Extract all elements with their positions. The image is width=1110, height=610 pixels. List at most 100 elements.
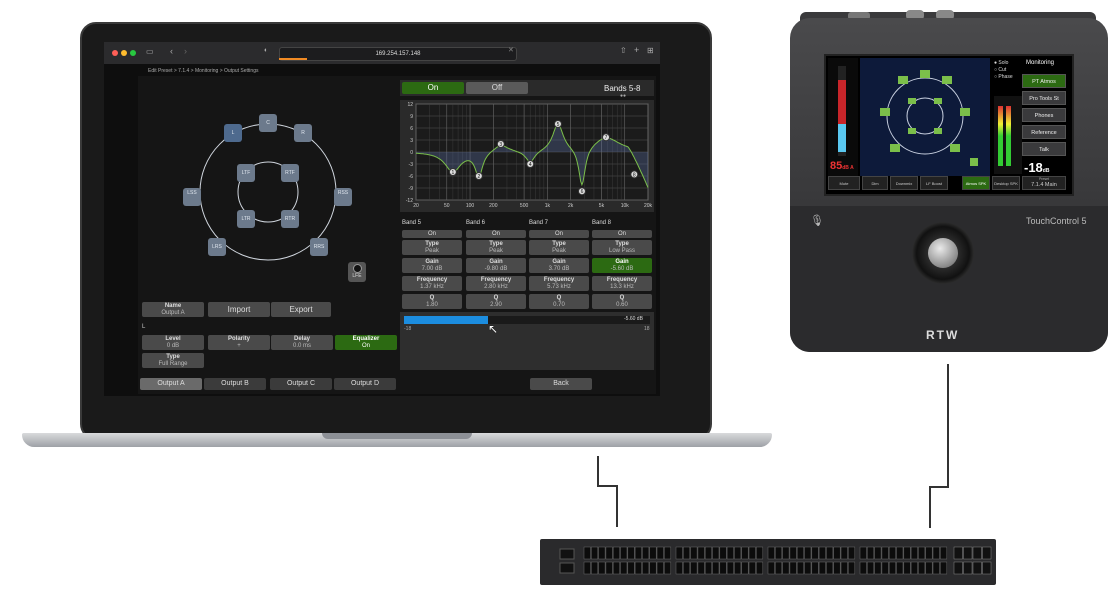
- option-label: Solo: [998, 60, 1009, 66]
- band-gain-field[interactable]: Gain -5.60 dB: [592, 258, 652, 273]
- level-setting[interactable]: Level 0 dB: [142, 335, 204, 350]
- band-type-field[interactable]: Type Peak: [402, 240, 462, 255]
- ethernet-port: [627, 546, 635, 560]
- ethernet-port: [605, 546, 613, 560]
- cut-option[interactable]: ○ Cut: [994, 67, 1013, 74]
- address-bar[interactable]: 169.254.157.148: [279, 47, 517, 61]
- tab-overview-icon[interactable]: ⊞: [647, 46, 654, 55]
- close-tab-icon[interactable]: ✕: [508, 46, 514, 54]
- preset-name-field[interactable]: Name Output A: [142, 302, 204, 317]
- menu-talk[interactable]: Talk: [1022, 142, 1066, 156]
- minimize-window-icon[interactable]: [121, 50, 127, 56]
- speaker-ltr[interactable]: LTR: [237, 210, 255, 228]
- meter-bar: [1006, 106, 1011, 166]
- switch-ports: [559, 546, 992, 575]
- speaker-rtr[interactable]: RTR: [281, 210, 299, 228]
- share-icon[interactable]: ⇧: [620, 46, 627, 55]
- speaker-r[interactable]: R: [294, 124, 312, 142]
- maximize-window-icon[interactable]: [130, 50, 136, 56]
- speaker-ltf[interactable]: LTF: [237, 164, 255, 182]
- speaker-lrs[interactable]: LRS: [208, 238, 226, 256]
- band-on-button[interactable]: On: [402, 230, 462, 238]
- speaker-rtf[interactable]: RTF: [281, 164, 299, 182]
- dim-button[interactable]: Dim: [862, 176, 888, 190]
- menu-phones[interactable]: Phones: [1022, 108, 1066, 122]
- speaker-lss[interactable]: LSS: [183, 188, 201, 206]
- forward-nav-icon[interactable]: ›: [184, 46, 187, 56]
- ethernet-port: [675, 546, 683, 560]
- knob-cap[interactable]: [928, 238, 958, 268]
- new-tab-icon[interactable]: +: [634, 45, 639, 55]
- desktop-spk-button[interactable]: Desktop SPK: [992, 176, 1020, 190]
- band-q-field[interactable]: Q 0.60: [592, 294, 652, 309]
- gain-slider-value: -5.60: [624, 316, 636, 322]
- polarity-setting[interactable]: Polarity +: [208, 335, 270, 350]
- import-button[interactable]: Import: [208, 302, 270, 317]
- menu-pt-atmos[interactable]: PT Atmos: [1022, 74, 1066, 88]
- menu-pro-tools-st[interactable]: Pro Tools St: [1022, 91, 1066, 105]
- tab-output-a[interactable]: Output A: [140, 378, 202, 390]
- tab-output-c[interactable]: Output C: [270, 378, 332, 390]
- band-gain-field[interactable]: Gain 7.00 dB: [402, 258, 462, 273]
- ethernet-port: [925, 561, 933, 575]
- band-freq-field[interactable]: Frequency 1.37 kHz: [402, 276, 462, 291]
- band-marker-label: 1: [452, 170, 455, 176]
- ethernet-port: [818, 561, 826, 575]
- ethernet-port: [612, 546, 620, 560]
- phase-option[interactable]: ○ Phase: [994, 74, 1013, 81]
- lf-boost-button[interactable]: LF Boost: [920, 176, 948, 190]
- band-gain-field[interactable]: Gain 3.70 dB: [529, 258, 589, 273]
- type-setting[interactable]: Type Full Range: [142, 353, 204, 368]
- speaker-rss[interactable]: RSS: [334, 188, 352, 206]
- x-tick-label: 20: [413, 203, 419, 209]
- back-button[interactable]: Back: [530, 378, 592, 390]
- loudness-readout: 85dB A: [830, 160, 854, 172]
- import-label: Import: [227, 305, 251, 314]
- band-q-field[interactable]: Q 0.70: [529, 294, 589, 309]
- band-on-button[interactable]: On: [466, 230, 526, 238]
- speaker-c[interactable]: C: [259, 114, 277, 132]
- back-nav-icon[interactable]: ‹: [170, 46, 173, 56]
- ethernet-port: [664, 561, 672, 575]
- mute-button[interactable]: Mute: [828, 176, 860, 190]
- ethernet-port: [756, 546, 764, 560]
- slider-max-label: 18: [644, 326, 650, 332]
- tab-output-d[interactable]: Output D: [334, 378, 396, 390]
- param-value: 1.80: [426, 302, 438, 308]
- speaker-l[interactable]: L: [224, 124, 242, 142]
- sidebar-icon[interactable]: ▭: [146, 47, 154, 56]
- solo-option[interactable]: ● Solo: [994, 60, 1013, 67]
- equalizer-setting[interactable]: Equalizer On: [335, 335, 397, 350]
- band-q-field[interactable]: Q 2.90: [466, 294, 526, 309]
- speaker-label: LTR: [241, 216, 251, 222]
- speaker-rrs[interactable]: RRS: [310, 238, 328, 256]
- eq-on-button[interactable]: On: [402, 82, 464, 94]
- band-type-field[interactable]: Type Peak: [466, 240, 526, 255]
- delay-setting[interactable]: Delay 0.0 ms: [271, 335, 333, 350]
- band-type-field[interactable]: Type Peak: [529, 240, 589, 255]
- preset-name-label: Name: [164, 303, 182, 309]
- tab-output-b[interactable]: Output B: [204, 378, 266, 390]
- setting-label: Level: [165, 336, 181, 342]
- preset-selector[interactable]: Preset 7.1.4 Main: [1022, 176, 1066, 190]
- band-on-button[interactable]: On: [592, 230, 652, 238]
- export-button[interactable]: Export: [271, 302, 331, 317]
- atmos-spk-button[interactable]: Atmos SPK: [962, 176, 990, 190]
- menu-reference[interactable]: Reference: [1022, 125, 1066, 139]
- gain-slider-fill[interactable]: [404, 316, 488, 324]
- band-gain-field[interactable]: Gain -9.80 dB: [466, 258, 526, 273]
- downmix-button[interactable]: Downmix: [890, 176, 918, 190]
- band-freq-field[interactable]: Frequency 13.3 kHz: [592, 276, 652, 291]
- device-logo: RTW: [926, 328, 960, 342]
- band-on-button[interactable]: On: [529, 230, 589, 238]
- ethernet-port: [664, 546, 672, 560]
- band-type-field[interactable]: Type Low Pass: [592, 240, 652, 255]
- setting-value: Full Range: [158, 361, 188, 367]
- lfe-speaker[interactable]: LFE: [348, 262, 366, 282]
- band-freq-field[interactable]: Frequency 5.73 kHz: [529, 276, 589, 291]
- x-tick-label: 2k: [568, 203, 574, 209]
- band-freq-field[interactable]: Frequency 2.80 kHz: [466, 276, 526, 291]
- band-q-field[interactable]: Q 1.80: [402, 294, 462, 309]
- close-window-icon[interactable]: [112, 50, 118, 56]
- eq-off-button[interactable]: Off: [466, 82, 528, 94]
